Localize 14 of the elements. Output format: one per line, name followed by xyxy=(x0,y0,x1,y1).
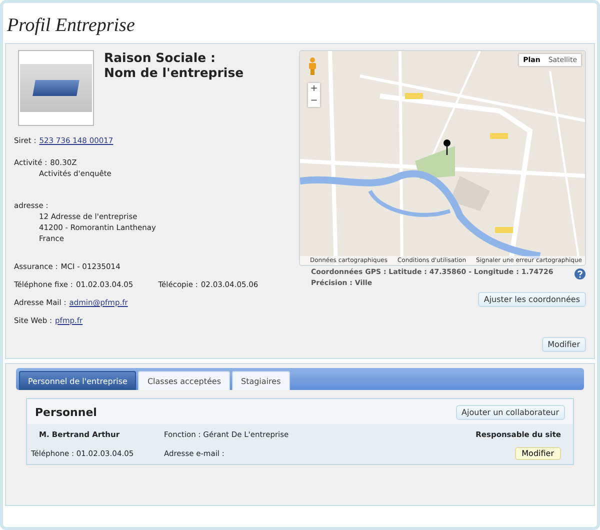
zoom-in-button[interactable]: + xyxy=(308,83,320,95)
company-heading: Nom de l'entreprise xyxy=(104,65,244,80)
section-title: Personnel xyxy=(35,406,97,419)
edit-member-button[interactable]: Modifier xyxy=(514,447,561,460)
adjust-coordinates-button[interactable]: Ajuster les coordonnées xyxy=(478,292,586,307)
help-icon[interactable] xyxy=(574,268,586,280)
add-collaborator-button[interactable]: Ajouter un collaborateur xyxy=(456,405,565,420)
zoom-out-button[interactable]: − xyxy=(308,95,320,107)
page-title: Profil Entreprise xyxy=(6,14,136,38)
tab[interactable]: Stagiaires xyxy=(232,371,290,390)
company-heading: Raison Sociale : xyxy=(104,50,216,65)
edit-button[interactable]: Modifier xyxy=(542,337,586,352)
tab[interactable]: Personnel de l'entreprise xyxy=(19,371,136,390)
tab[interactable]: Classes acceptées xyxy=(138,371,230,390)
